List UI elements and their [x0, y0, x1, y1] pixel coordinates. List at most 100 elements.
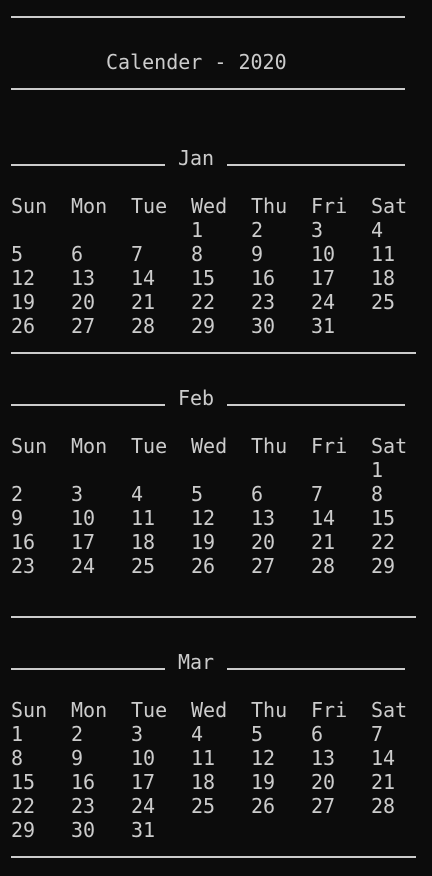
- day-cell: 30: [71, 818, 96, 842]
- day-cell: [371, 314, 431, 338]
- day-cell: 31: [311, 314, 336, 338]
- day-cell: 8: [191, 242, 204, 266]
- day-cell: 1: [371, 458, 384, 482]
- weekday-cell: Tue: [131, 194, 168, 218]
- day-cell: 22: [191, 290, 216, 314]
- day-cell: 4: [191, 722, 204, 746]
- day-cell: [131, 218, 191, 242]
- day-cell: 28: [131, 314, 156, 338]
- day-cell: 24: [311, 290, 336, 314]
- week-row: 1 2 3 4 5 6 7: [11, 722, 432, 746]
- week-row: 9 10 11 12 13 14 15: [11, 506, 432, 530]
- day-cell: 20: [251, 530, 276, 554]
- day-cell: 3: [131, 722, 144, 746]
- weekday-header-row: Sun Mon Tue Wed Thu Fri Sat: [11, 194, 432, 218]
- weekday-cell: Mon: [71, 194, 108, 218]
- week-row: 1: [11, 458, 432, 482]
- day-cell: 30: [251, 314, 276, 338]
- week-row: 23 24 25 26 27 28 29: [11, 554, 432, 578]
- title-rule-bottom: [11, 74, 432, 98]
- day-cell: 10: [71, 506, 96, 530]
- month-rule-bottom-line: [11, 616, 416, 618]
- day-cell: 17: [311, 266, 336, 290]
- weekday-cell: Tue: [131, 698, 168, 722]
- weekday-cell: Sat: [371, 434, 408, 458]
- day-cell: [311, 458, 371, 482]
- day-cell: 27: [71, 314, 96, 338]
- title-rule-top-line: [11, 16, 405, 18]
- day-cell: 6: [311, 722, 324, 746]
- day-cell: 26: [11, 314, 36, 338]
- weekday-cell: Tue: [131, 434, 168, 458]
- weekday-cell: Sun: [11, 698, 48, 722]
- day-cell: 18: [371, 266, 396, 290]
- day-cell: [251, 818, 311, 842]
- weekday-cell: Fri: [311, 194, 348, 218]
- month-header-dash-right: [227, 668, 405, 670]
- day-cell: 14: [371, 746, 396, 770]
- day-cell: 8: [11, 746, 24, 770]
- week-row: 26 27 28 29 30 31: [11, 314, 432, 338]
- day-cell: [11, 458, 71, 482]
- weekday-cell: Sun: [11, 194, 48, 218]
- weekday-cell: Mon: [71, 434, 108, 458]
- day-cell: [311, 818, 371, 842]
- console-output: Calender - 2020 Jan Sun Mon Tue Wed Thu …: [11, 2, 432, 866]
- day-cell: 22: [371, 530, 396, 554]
- day-cell: 2: [251, 218, 264, 242]
- month-header-dash-left: [11, 668, 165, 670]
- day-cell: 21: [371, 770, 396, 794]
- month-header-dash-left: [11, 404, 165, 406]
- month-header-dash-right: [227, 164, 405, 166]
- day-cell: 26: [251, 794, 276, 818]
- day-cell: 29: [371, 554, 396, 578]
- day-cell: [131, 458, 191, 482]
- day-cell: 18: [131, 530, 156, 554]
- day-cell: 23: [11, 554, 36, 578]
- week-row: 29 30 31: [11, 818, 432, 842]
- day-cell: 21: [311, 530, 336, 554]
- month-rule-bottom: [11, 338, 432, 362]
- day-cell: 10: [311, 242, 336, 266]
- day-cell: 19: [11, 290, 36, 314]
- month-rule-bottom-line: [11, 856, 416, 858]
- day-cell: 17: [71, 530, 96, 554]
- day-cell: 2: [11, 482, 24, 506]
- month-rule-bottom-line: [11, 352, 416, 354]
- day-cell: 4: [371, 218, 384, 242]
- day-cell: 20: [311, 770, 336, 794]
- weekday-cell: Fri: [311, 434, 348, 458]
- day-cell: 7: [131, 242, 144, 266]
- day-cell: 24: [131, 794, 156, 818]
- weekday-cell: Thu: [251, 434, 288, 458]
- day-cell: 13: [251, 506, 276, 530]
- month-name-jan: Jan: [177, 146, 215, 170]
- day-cell: [191, 818, 251, 842]
- day-cell: 16: [251, 266, 276, 290]
- month-name-feb: Feb: [177, 386, 215, 410]
- day-cell: 2: [71, 722, 84, 746]
- month-name-mar: Mar: [177, 650, 215, 674]
- month-header-dash-right: [227, 404, 405, 406]
- day-cell: 21: [131, 290, 156, 314]
- week-row: 15 16 17 18 19 20 21: [11, 770, 432, 794]
- day-cell: 27: [311, 794, 336, 818]
- day-cell: [251, 458, 311, 482]
- day-cell: 9: [251, 242, 264, 266]
- weekday-cell: Mon: [71, 698, 108, 722]
- month-rule-bottom: [11, 602, 432, 626]
- day-cell: 15: [191, 266, 216, 290]
- day-cell: 11: [191, 746, 216, 770]
- weekday-cell: Wed: [191, 698, 228, 722]
- day-cell: 18: [191, 770, 216, 794]
- weekday-cell: Fri: [311, 698, 348, 722]
- weekday-cell: Wed: [191, 434, 228, 458]
- week-row: 2 3 4 5 6 7 8: [11, 482, 432, 506]
- week-row: 8 9 10 11 12 13 14: [11, 746, 432, 770]
